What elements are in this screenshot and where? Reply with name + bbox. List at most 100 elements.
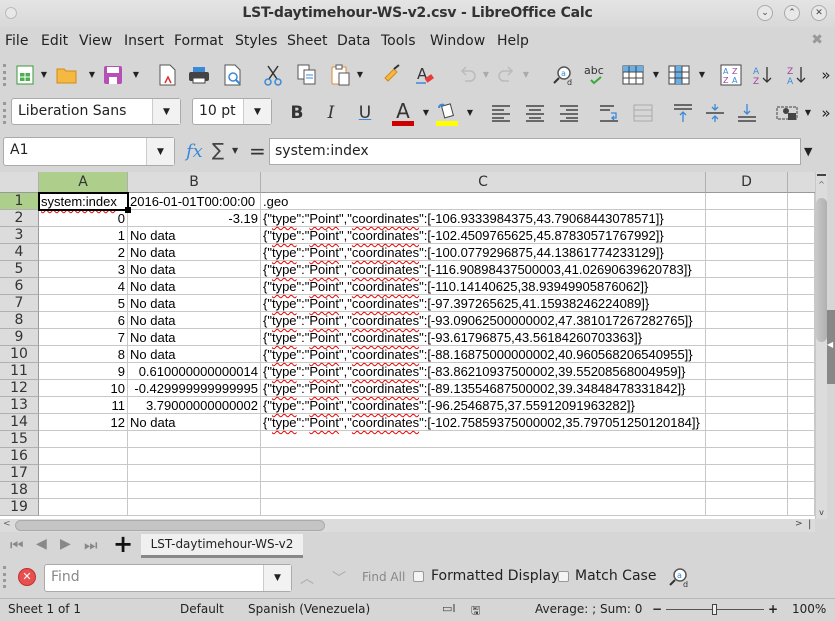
cell-c[interactable] [261,448,706,465]
number-format-dropdown[interactable]: ▼ [804,102,812,124]
italic-button[interactable]: I [320,102,342,124]
cell-c[interactable]: {"type":"Point","coordinates":[-97.39726… [261,295,706,312]
cell-d[interactable] [706,380,788,397]
close-find-bar-icon[interactable]: ✕ [18,568,36,586]
column-header-b[interactable]: B [128,172,261,193]
menu-styles[interactable]: Styles [235,33,277,49]
find-all-button[interactable]: Find All [362,570,405,584]
undo-dropdown[interactable]: ▼ [482,64,490,86]
row-header[interactable]: 1 [0,193,39,210]
row-header[interactable]: 11 [0,363,39,380]
sum-dropdown[interactable]: ▼ [232,146,238,155]
menu-sheet[interactable]: Sheet [287,33,327,49]
cell-b[interactable]: No data [128,227,261,244]
row-header[interactable]: 3 [0,227,39,244]
cell-a[interactable]: 0 [39,210,128,227]
align-bottom-icon[interactable] [736,102,758,124]
page-style[interactable]: Default [180,602,224,616]
cell-b[interactable] [128,431,261,448]
sort-descending-icon[interactable]: ZA [786,64,808,86]
menu-window[interactable]: Window [430,33,485,49]
chevron-down-icon[interactable]: ▼ [263,565,291,591]
paste-dropdown[interactable]: ▼ [356,64,364,86]
font-color-dropdown[interactable]: ▼ [422,102,430,124]
sidebar-toggle[interactable]: ◀ [827,310,835,384]
split-handle[interactable] [817,174,826,178]
cell-a[interactable] [39,499,128,516]
scroll-right-icon[interactable]: > [795,519,803,529]
name-box[interactable]: A1 ▼ [3,137,175,166]
cell-d[interactable] [706,482,788,499]
new-dropdown[interactable]: ▼ [40,64,48,86]
selection-mode-icon[interactable]: ▭I [442,602,456,615]
row-header[interactable]: 5 [0,261,39,278]
cell-a[interactable]: 3 [39,261,128,278]
cell-d[interactable] [706,448,788,465]
cell-e[interactable] [788,499,815,516]
chevron-down-icon[interactable]: ▼ [146,138,174,165]
cell-b[interactable]: No data [128,278,261,295]
cell-a[interactable]: 6 [39,312,128,329]
selected-cell-a1[interactable]: system:index [38,192,131,213]
number-format-icon[interactable] [776,102,798,124]
cell-e[interactable] [788,193,815,210]
font-name-combo[interactable]: Liberation Sans ▼ [11,98,181,125]
cell-d[interactable] [706,329,788,346]
open-folder-icon[interactable] [56,64,78,86]
formula-icon[interactable]: = [249,139,266,163]
cell-a[interactable]: 5 [39,295,128,312]
row-header[interactable]: 18 [0,482,39,499]
menu-tools[interactable]: Tools [381,33,416,49]
cell-c[interactable] [261,465,706,482]
cell-d[interactable] [706,499,788,516]
cell-c[interactable]: {"type":"Point","coordinates":[-88.16875… [261,346,706,363]
cell-d[interactable] [706,295,788,312]
cell-c[interactable]: {"type":"Point","coordinates":[-106.9333… [261,210,706,227]
last-sheet-icon[interactable]: ⏭ [84,536,98,554]
row-header[interactable]: 6 [0,278,39,295]
cell-d[interactable] [706,244,788,261]
row-header[interactable]: 9 [0,329,39,346]
cell-e[interactable] [788,295,815,312]
row-header[interactable]: 14 [0,414,39,431]
menu-edit[interactable]: Edit [41,33,68,49]
scroll-up-icon[interactable]: ^ [816,180,827,189]
clear-formatting-icon[interactable]: A [414,64,436,86]
font-color-button[interactable]: A [392,99,414,126]
formula-input[interactable]: system:index [269,138,801,165]
redo-icon[interactable] [496,64,518,86]
sheet-tab-active[interactable]: LST-daytimehour-WS-v2 [141,534,303,558]
export-pdf-icon[interactable] [156,64,178,86]
cell-e[interactable] [788,414,815,431]
find-previous-icon[interactable]: ︿ [300,568,314,588]
save-icon[interactable] [102,64,124,86]
cell-c[interactable]: {"type":"Point","coordinates":[-110.1414… [261,278,706,295]
zoom-slider-handle[interactable] [712,604,717,615]
maximize-button[interactable]: ⌃ [784,5,800,21]
cell-b[interactable]: No data [128,244,261,261]
chevron-down-icon[interactable]: ▼ [152,99,180,124]
print-preview-icon[interactable] [222,64,244,86]
zoom-in-button[interactable]: + [768,602,778,616]
expand-formula-icon[interactable]: ▼ [804,145,812,158]
toolbar-grip[interactable] [3,566,6,588]
cell-a[interactable] [39,482,128,499]
paste-icon[interactable] [330,64,352,86]
column-icon[interactable] [668,64,690,86]
column-dropdown[interactable]: ▼ [698,64,706,86]
next-sheet-icon[interactable]: ▶ [60,536,71,552]
row-header[interactable]: 19 [0,499,39,516]
cell-b[interactable]: -3.19 [128,210,261,227]
new-spreadsheet-icon[interactable] [14,64,36,86]
menu-file[interactable]: File [5,33,28,49]
chevron-down-icon[interactable]: ▼ [243,99,271,124]
split-bar[interactable]: | [808,519,811,530]
align-center-icon[interactable] [524,102,546,124]
fill-handle[interactable] [125,207,131,213]
cell-b[interactable]: -0.429999999999995 [128,380,261,397]
cell-a[interactable]: 9 [39,363,128,380]
cell-c[interactable]: .geo [261,193,706,210]
align-top-icon[interactable] [672,102,694,124]
cell-e[interactable] [788,465,815,482]
find-replace-icon[interactable]: ad [552,64,574,86]
